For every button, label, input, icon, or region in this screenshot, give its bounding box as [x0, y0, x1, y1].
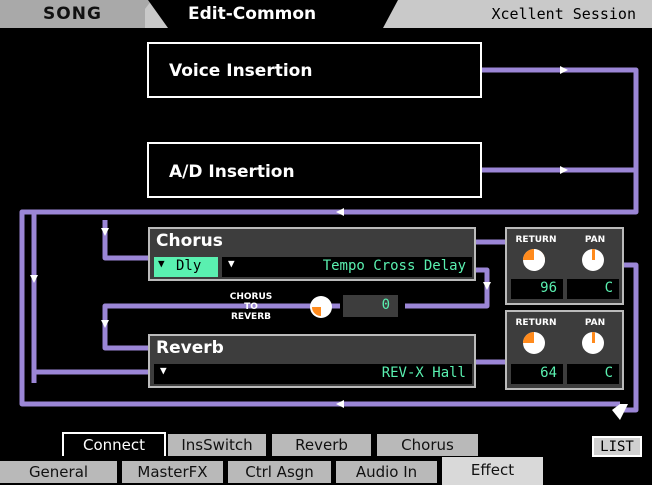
chorus-return-knob[interactable] [523, 249, 545, 271]
reverb-input-wire [31, 369, 150, 383]
sub-tab-bar: Connect InsSwitch Reverb Chorus [0, 432, 652, 456]
arrow-left-icon [336, 400, 344, 408]
chorus-category-value: Dly [176, 258, 202, 274]
dropdown-arrow-icon: ▼ [228, 257, 235, 270]
chorus-input-wire [102, 220, 150, 261]
tab-reverb[interactable]: Reverb [272, 434, 374, 456]
chorus-to-reverb-value: 0 [381, 297, 390, 313]
chorus-block[interactable]: Chorus ▼ Dly ▼ Tempo Cross Delay [148, 227, 476, 281]
list-button[interactable]: LIST [592, 436, 642, 457]
chorus-title: Chorus [156, 231, 223, 251]
ad-insertion-label: A/D Insertion [169, 162, 295, 182]
chorus-to-reverb-label-line2: REVERB [231, 312, 271, 322]
tab-general[interactable]: General [0, 461, 120, 483]
reverb-block[interactable]: Reverb ▼ REV-X Hall [148, 334, 476, 388]
tab-masterfx[interactable]: MasterFX [122, 461, 226, 483]
knob-indicator [592, 332, 595, 343]
tab-audio-in[interactable]: Audio In [336, 461, 440, 483]
chorus-return-label: RETURN [515, 235, 557, 245]
chorus-to-reverb-knob[interactable] [310, 296, 332, 318]
arrow-right-icon [560, 166, 568, 174]
arrow-down-icon [483, 282, 491, 290]
dropdown-arrow-icon: ▼ [160, 364, 167, 377]
reverb-return-value: 64 [540, 365, 557, 381]
reverb-return-value-field[interactable]: 64 [511, 364, 563, 384]
chorus-type-value: Tempo Cross Delay [322, 258, 466, 274]
chorus-output-panel: RETURN PAN 96 C [505, 227, 624, 305]
reverb-pan-value-field[interactable]: C [567, 364, 619, 384]
knob-indicator [592, 249, 595, 260]
voice-insertion-label: Voice Insertion [169, 61, 313, 81]
tab-insswitch[interactable]: InsSwitch [168, 434, 269, 456]
voice-insertion-block[interactable]: Voice Insertion [147, 42, 482, 98]
chorus-type-select[interactable]: ▼ Tempo Cross Delay [222, 257, 472, 277]
reverb-type-select[interactable]: ▼ REV-X Hall [154, 364, 472, 384]
reverb-title: Reverb [156, 338, 224, 358]
dropdown-arrow-icon: ▼ [158, 257, 165, 270]
chorus-to-reverb-label: CHORUS TO REVERB [226, 292, 276, 322]
arrow-down-icon [30, 275, 38, 283]
arrow-down-icon [101, 320, 109, 328]
main-tab-bar: General MasterFX Ctrl Asgn Audio In Effe… [0, 457, 652, 485]
chorus-pan-label: PAN [584, 235, 606, 245]
knob-indicator [523, 332, 534, 343]
tab-effect[interactable]: Effect [442, 457, 546, 485]
tab-chorus[interactable]: Chorus [377, 434, 481, 456]
reverb-type-value: REV-X Hall [381, 365, 466, 381]
chorus-return-value: 96 [540, 280, 557, 296]
knob-indicator [312, 307, 321, 316]
arrow-left-icon [336, 208, 344, 216]
arrow-right-icon [560, 66, 568, 74]
reverb-return-knob[interactable] [523, 332, 545, 354]
knob-face [534, 249, 545, 271]
ad-insertion-block[interactable]: A/D Insertion [147, 142, 482, 198]
reverb-return-label: RETURN [515, 318, 557, 328]
chorus-to-reverb-label-line1: CHORUS TO [229, 292, 273, 312]
reverb-pan-label: PAN [584, 318, 606, 328]
chorus-pan-value: C [604, 280, 613, 296]
chorus-pan-value-field[interactable]: C [567, 279, 619, 299]
reverb-pan-value: C [604, 365, 613, 381]
tab-connect[interactable]: Connect [62, 432, 166, 456]
chorus-pan-knob[interactable] [582, 249, 604, 271]
arrow-down-icon [101, 228, 109, 236]
reverb-output-panel: RETURN PAN 64 C [505, 310, 624, 390]
chorus-return-value-field[interactable]: 96 [511, 279, 563, 299]
chorus-category-select[interactable]: ▼ Dly [154, 257, 218, 277]
tab-ctrl-asgn[interactable]: Ctrl Asgn [228, 461, 334, 483]
reverb-pan-knob[interactable] [582, 332, 604, 354]
screen: SONG Edit-Common Xcellent Session Voice … [0, 0, 652, 485]
chorus-to-reverb-value-field[interactable]: 0 [343, 295, 398, 317]
